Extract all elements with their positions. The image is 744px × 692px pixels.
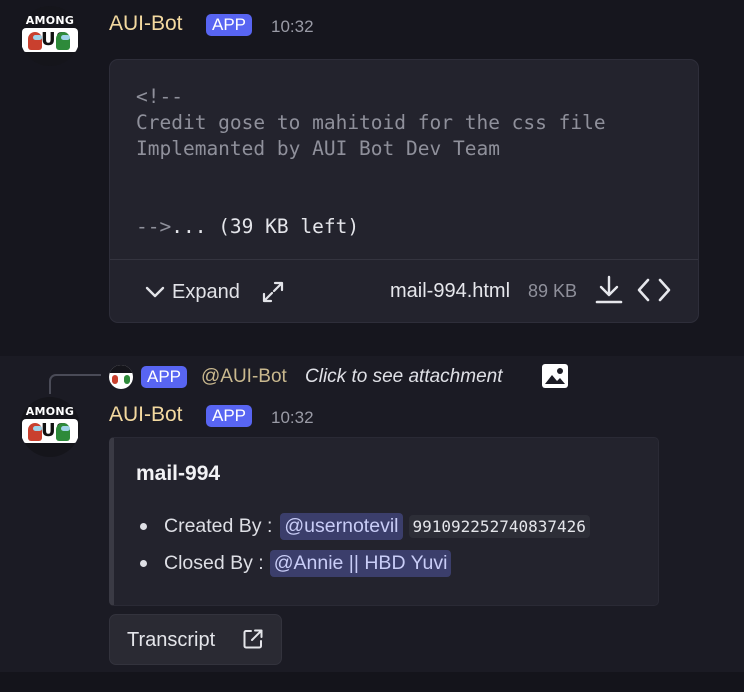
embed-title: mail-994 xyxy=(136,462,221,485)
red-crewmate-icon xyxy=(28,423,42,441)
code-tail-close: --> xyxy=(136,215,172,238)
message-1: AMONG US AUI-Bot APP 10:32 <!-- Credit go… xyxy=(0,0,744,352)
created-by-label: Created By : xyxy=(164,515,273,537)
green-crewmate-icon xyxy=(56,423,70,441)
download-icon[interactable] xyxy=(594,274,624,306)
code-line: <!-- xyxy=(136,85,183,108)
avatar-us-box: US xyxy=(22,28,78,52)
created-by-mention[interactable]: @usernotevil xyxy=(280,513,403,540)
avatar-among-text: AMONG xyxy=(25,405,75,418)
red-crewmate-icon xyxy=(28,32,42,50)
app-badge: APP xyxy=(206,405,253,427)
created-by-id: 991092252740837426 xyxy=(408,515,590,538)
expand-label: Expand xyxy=(172,280,240,303)
transcript-label: Transcript xyxy=(127,629,216,651)
expand-arrows-icon[interactable] xyxy=(260,279,286,305)
code-preview: <!-- Credit gose to mahitoid for the css … xyxy=(136,84,606,240)
reply-app-badge: APP xyxy=(141,366,188,388)
embed-field-list: Created By : @usernotevil 99109225274083… xyxy=(140,508,590,582)
bottom-strip xyxy=(0,672,744,692)
green-crewmate-icon xyxy=(56,32,70,50)
closed-by-mention[interactable]: @Annie || HBD Yuvi xyxy=(269,550,452,577)
attachment-filename[interactable]: mail-994.html xyxy=(390,280,510,303)
list-item: Closed By : @Annie || HBD Yuvi xyxy=(140,545,590,582)
timestamp[interactable]: 10:32 xyxy=(271,17,314,37)
list-item: Created By : @usernotevil 99109225274083… xyxy=(140,508,590,545)
code-line: Implemanted by AUI Bot Dev Team xyxy=(136,137,500,160)
bot-avatar[interactable]: AMONG US xyxy=(20,397,80,457)
code-line: Credit gose to mahitoid for the css file xyxy=(136,111,606,134)
code-tail-more: ... (39 KB left) xyxy=(171,215,360,238)
username[interactable]: AUI-Bot xyxy=(109,403,183,427)
chevron-down-icon xyxy=(145,286,165,298)
app-badge: APP xyxy=(206,14,253,36)
reply-preview-text[interactable]: Click to see attachment xyxy=(305,366,502,388)
reply-spine xyxy=(49,374,101,394)
ticket-embed: mail-994 Created By : @usernotevil 99109… xyxy=(109,437,659,606)
attachment-filesize: 89 KB xyxy=(528,281,578,301)
code-attachment: <!-- Credit gose to mahitoid for the css … xyxy=(109,59,699,323)
divider xyxy=(110,259,698,260)
avatar-us-box: US xyxy=(22,419,78,443)
transcript-button[interactable]: Transcript xyxy=(109,614,282,665)
avatar-among-text: AMONG xyxy=(25,14,75,27)
code-tail: -->... (39 KB left) xyxy=(136,214,606,240)
expand-button[interactable]: Expand xyxy=(144,278,240,306)
code-brackets-icon[interactable] xyxy=(636,276,672,304)
username[interactable]: AUI-Bot xyxy=(109,12,183,36)
closed-by-label: Closed By : xyxy=(164,552,264,574)
external-link-icon xyxy=(243,629,263,649)
bot-avatar[interactable]: AMONG US xyxy=(20,6,80,66)
reply-avatar[interactable] xyxy=(109,365,133,389)
image-icon[interactable] xyxy=(541,363,569,389)
reply-mention[interactable]: @AUI-Bot xyxy=(201,366,287,388)
timestamp[interactable]: 10:32 xyxy=(271,408,314,428)
